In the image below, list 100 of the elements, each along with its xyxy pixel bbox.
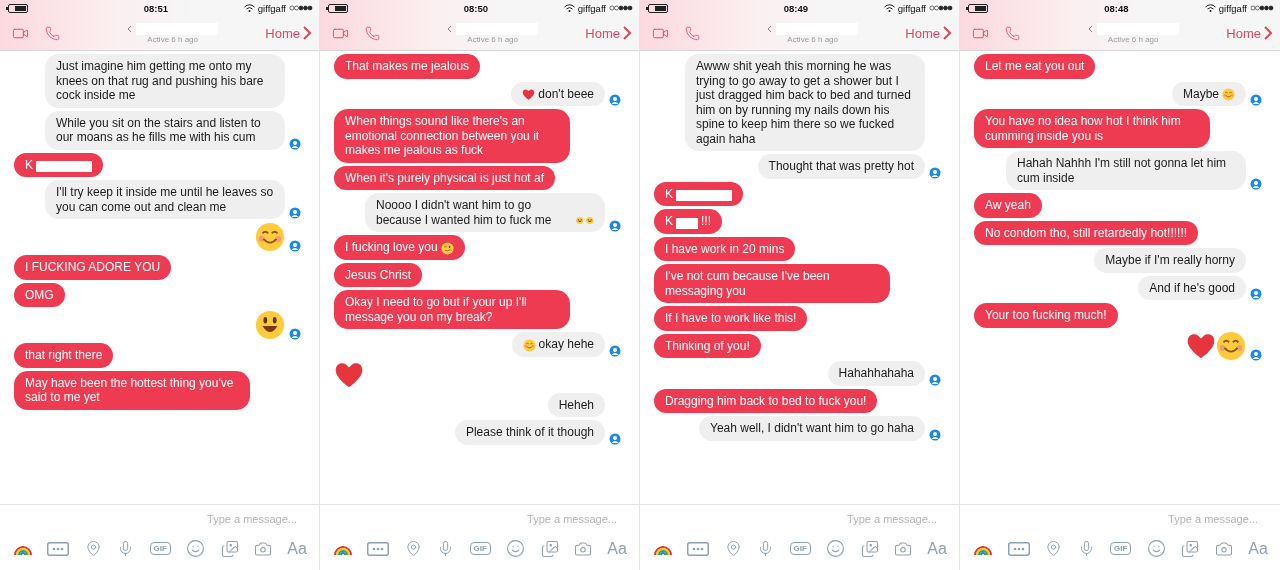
chevron-icon bbox=[1264, 26, 1272, 40]
wifi-icon bbox=[883, 4, 895, 12]
message-text: Maybe bbox=[1182, 86, 1219, 101]
seen-avatar-icon bbox=[929, 373, 941, 386]
camera-button[interactable] bbox=[253, 539, 272, 558]
phone-call-button[interactable] bbox=[685, 25, 700, 41]
battery-icon bbox=[6, 3, 28, 13]
message-text: Aw yeah bbox=[985, 198, 1031, 213]
seen-avatar-icon bbox=[609, 94, 621, 106]
seen-avatar-icon bbox=[289, 328, 301, 340]
gif-button[interactable]: GIF bbox=[149, 542, 171, 555]
chevron-icon bbox=[767, 24, 773, 33]
laughing-face-icon bbox=[586, 214, 594, 227]
seen-avatar-icon bbox=[1250, 288, 1262, 300]
phone-call-button[interactable] bbox=[1005, 25, 1020, 41]
status-time: 08:50 bbox=[463, 2, 489, 14]
message-text: don't beee bbox=[538, 86, 594, 101]
smiling-face-icon bbox=[255, 222, 285, 252]
more-button[interactable] bbox=[367, 541, 390, 556]
home-back-button[interactable]: Home bbox=[1226, 25, 1272, 41]
emoji-button[interactable] bbox=[1146, 539, 1166, 558]
message-text: Noooo I didn't want him to go because I wanted him to fuck me bbox=[376, 198, 553, 227]
text-style-button[interactable]: Aa bbox=[287, 539, 307, 558]
seen-avatar-icon bbox=[609, 432, 621, 445]
seen-avatar-icon bbox=[1250, 94, 1262, 106]
chevron-icon bbox=[303, 26, 311, 40]
camera-button[interactable] bbox=[893, 539, 912, 558]
smiling-face-icon bbox=[522, 338, 536, 352]
wifi-icon bbox=[1204, 4, 1216, 12]
message-text: Let me eat you out bbox=[985, 59, 1085, 74]
message-text: Maybe if I'm really horny bbox=[1105, 253, 1235, 268]
carrier-name: giffgaff bbox=[1218, 2, 1247, 14]
message-text: Heheh bbox=[558, 397, 594, 412]
message-text: May have been the hottest thing you've said to me yet bbox=[25, 375, 235, 405]
signal-icon bbox=[609, 5, 633, 11]
smiling-face-icon bbox=[1216, 330, 1246, 361]
seen-avatar-icon bbox=[289, 240, 301, 252]
home-back-button[interactable]: Home bbox=[905, 25, 951, 41]
more-button[interactable] bbox=[1007, 541, 1030, 556]
text-style-button[interactable]: Aa bbox=[607, 539, 627, 558]
carrier-name: giffgaff bbox=[897, 2, 926, 14]
gif-button[interactable]: GIF bbox=[469, 542, 491, 555]
message-text: Just imagine him getting me onto my knees on that rug and pushing his bare cock inside me bbox=[56, 59, 265, 103]
message-text: Jesus Christ bbox=[345, 267, 412, 282]
message-text: Thought that was pretty hot bbox=[768, 159, 914, 174]
message-text: That makes me jealous bbox=[345, 59, 470, 74]
location-button[interactable] bbox=[84, 540, 102, 557]
laughing-face-icon bbox=[575, 214, 584, 227]
phone-call-button[interactable] bbox=[365, 25, 380, 41]
gallery-button[interactable] bbox=[1181, 539, 1200, 558]
home-back-button[interactable]: Home bbox=[585, 25, 631, 41]
message-text: I fucking love you bbox=[345, 240, 438, 255]
active-status: Active 6 h ago bbox=[147, 34, 198, 44]
message-text: When it's purely physical is just hot af bbox=[345, 170, 545, 185]
message-text: OMG bbox=[25, 287, 54, 302]
signal-icon bbox=[289, 5, 313, 11]
camera-button[interactable] bbox=[1214, 539, 1233, 558]
gallery-button[interactable] bbox=[860, 539, 879, 558]
status-time: 08:48 bbox=[1104, 2, 1129, 14]
emoji-button[interactable] bbox=[826, 539, 846, 558]
camera-button[interactable] bbox=[573, 539, 592, 558]
message-text: K bbox=[665, 186, 673, 201]
message-input[interactable]: Type a message... bbox=[0, 505, 319, 533]
message-text: that right there bbox=[25, 348, 103, 363]
gallery-button[interactable] bbox=[540, 539, 559, 558]
active-status: Active 6 h ago bbox=[1107, 34, 1159, 44]
message-input[interactable]: Type a message... bbox=[640, 505, 959, 533]
winking-face-icon bbox=[440, 241, 454, 255]
gif-button[interactable]: GIF bbox=[1110, 542, 1132, 555]
message-input[interactable]: Type a message... bbox=[320, 505, 639, 533]
message-text: Thinking of you! bbox=[665, 338, 750, 353]
gallery-button[interactable] bbox=[220, 539, 239, 558]
smiling-face-icon bbox=[1222, 88, 1235, 101]
emoji-button[interactable] bbox=[186, 539, 206, 558]
heart-icon bbox=[522, 88, 536, 101]
emoji-button[interactable] bbox=[506, 539, 526, 558]
gif-button[interactable]: GIF bbox=[789, 542, 811, 555]
location-button[interactable] bbox=[404, 540, 422, 557]
phone-call-button[interactable] bbox=[45, 25, 60, 41]
message-text: If I have to work like this! bbox=[665, 311, 797, 326]
message-text: Yeah well, I didn't want him to go haha bbox=[710, 421, 914, 436]
wifi-icon bbox=[563, 4, 575, 12]
message-text: I have work in 20 mins bbox=[665, 241, 785, 256]
message-text: K bbox=[25, 157, 33, 172]
home-back-button[interactable]: Home bbox=[265, 25, 311, 41]
text-style-button[interactable]: Aa bbox=[1248, 539, 1268, 558]
message-text: Dragging him back to bed to fuck you! bbox=[665, 393, 867, 408]
message-text: You have no idea how hot I think him cumming inside you is bbox=[985, 114, 1182, 143]
location-button[interactable] bbox=[1045, 540, 1062, 557]
location-button[interactable] bbox=[724, 540, 742, 557]
chevron-icon bbox=[623, 26, 631, 40]
more-button[interactable] bbox=[687, 541, 710, 556]
message-text: And if he's good bbox=[1149, 280, 1235, 295]
seen-avatar-icon bbox=[609, 344, 621, 357]
message-text: Your too fucking much! bbox=[985, 308, 1107, 323]
active-status: Active 6 h ago bbox=[787, 34, 838, 44]
battery-icon bbox=[326, 3, 348, 13]
more-button[interactable] bbox=[47, 541, 70, 556]
text-style-button[interactable]: Aa bbox=[927, 539, 947, 558]
message-input[interactable]: Type a message... bbox=[960, 505, 1280, 533]
